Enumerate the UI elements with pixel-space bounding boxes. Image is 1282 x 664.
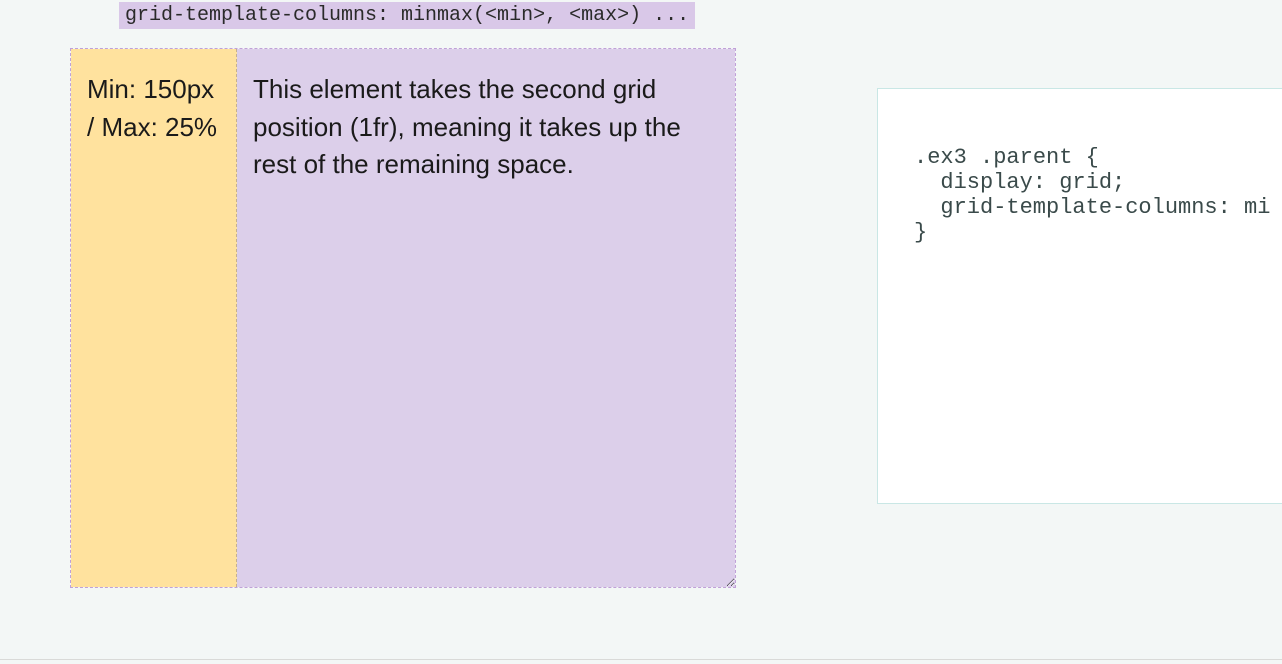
grid-column-minmax: Min: 150px / Max: 25% [71,49,237,587]
divider [0,659,1282,660]
code-line: grid-template-columns: mi [914,195,1282,220]
grid-demo-container[interactable]: Min: 150px / Max: 25% This element takes… [70,48,736,588]
css-code-panel: .ex3 .parent { display: grid;grid-templa… [877,88,1282,504]
grid-column-fr: This element takes the second grid posit… [237,49,735,587]
code-line: .ex3 .parent { [914,145,1099,170]
code-line: display: grid; [914,170,1282,195]
syntax-code-line: grid-template-columns: minmax(<min>, <ma… [119,2,695,29]
code-line: } [914,220,927,245]
